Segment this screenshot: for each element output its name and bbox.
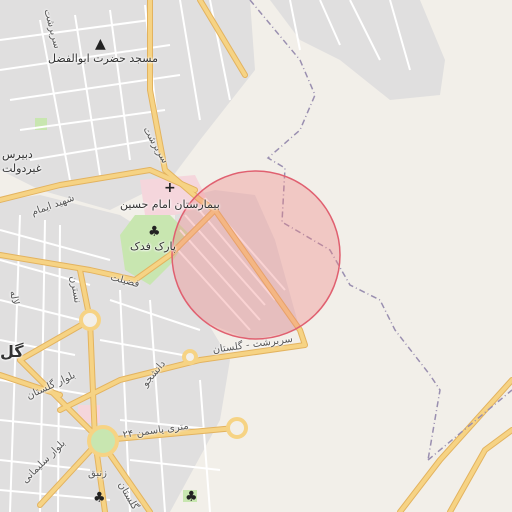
map-base-layer: [0, 0, 512, 512]
map-view[interactable]: ▲ + ♣ ♣ ♣ مسجد حضرت ابوالفضل بیمارستان ا…: [0, 0, 512, 512]
tree-icon[interactable]: ♣: [93, 491, 106, 505]
mosque-icon[interactable]: ▲: [95, 37, 106, 51]
tree-icon[interactable]: ♣: [148, 225, 161, 239]
tree-icon[interactable]: ♣: [185, 490, 198, 504]
label-dabirestan: دبیرس: [2, 148, 33, 161]
hospital-cross-icon[interactable]: +: [164, 181, 176, 195]
label-ghirdolat: غیردولت: [2, 162, 42, 175]
label-park: پارک فدک: [130, 240, 176, 253]
label-hospital: بیمارستان امام حسین: [120, 198, 220, 211]
label-gol: گل: [0, 342, 24, 361]
label-mosque: مسجد حضرت ابوالفضل: [48, 52, 158, 65]
search-radius-circle: [171, 170, 341, 340]
label-road-zanbagh: زنبق: [88, 468, 107, 479]
label-road-left-vertical: لاله: [7, 290, 21, 306]
